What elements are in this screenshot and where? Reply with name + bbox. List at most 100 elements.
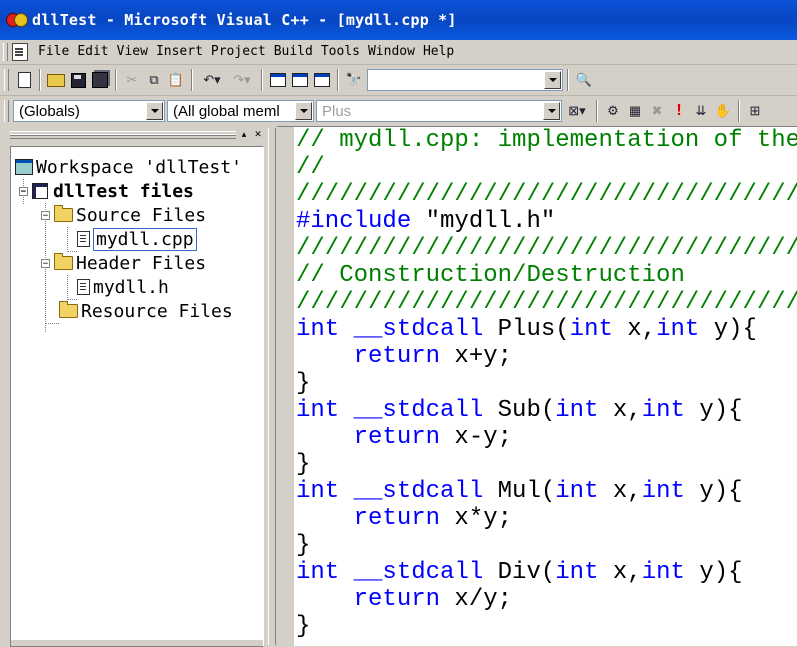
app-icon[interactable] (6, 10, 28, 30)
menu-view[interactable]: View (113, 41, 152, 63)
editor-gutter[interactable] (277, 127, 295, 646)
horizontal-scrollbar[interactable] (11, 640, 263, 646)
code-line[interactable]: //////////////////////////////////////// (296, 235, 797, 262)
cut-button[interactable]: ✂ (121, 69, 143, 91)
tree-file-mydll-h[interactable]: mydll.h (77, 275, 169, 299)
menu-build[interactable]: Build (270, 41, 317, 63)
save-button[interactable] (67, 69, 89, 91)
menu-project[interactable]: Project (207, 41, 270, 63)
menu-window[interactable]: Window (364, 41, 419, 63)
open-button[interactable] (45, 69, 67, 91)
code-token: x, (598, 478, 642, 505)
find-in-files-button[interactable]: 🔭 (343, 69, 365, 91)
chevron-down-icon[interactable] (295, 102, 312, 120)
code-token: int (569, 316, 613, 343)
code-line[interactable]: // mydll.cpp: implementation of the (296, 127, 797, 154)
chevron-down-icon[interactable] (543, 102, 560, 120)
compile-button[interactable]: ⚙ (602, 100, 624, 122)
save-all-button[interactable] (89, 69, 111, 91)
execute-icon: ! (676, 102, 682, 119)
scope-combo[interactable]: (Globals) (13, 100, 165, 122)
code-line[interactable]: } (296, 451, 797, 478)
code-line[interactable]: return x/y; (296, 586, 797, 613)
code-line[interactable]: return x+y; (296, 343, 797, 370)
breakpoint-button[interactable]: ✋ (712, 100, 734, 122)
code-line[interactable]: } (296, 370, 797, 397)
tree-workspace-root[interactable]: Workspace 'dllTest' (15, 155, 242, 179)
wizard-action-icon: ⊠▾ (568, 103, 586, 118)
folder-icon (59, 301, 78, 318)
function-combo[interactable]: Plus (316, 100, 562, 122)
code-line[interactable]: //////////////////////////////////////// (296, 181, 797, 208)
toolbar-grip[interactable] (4, 69, 9, 91)
document-icon[interactable] (12, 43, 28, 61)
tree-folder-header[interactable]: − Header Files (41, 251, 206, 275)
copy-button[interactable]: ⧉ (143, 69, 165, 91)
resource-folder-label: Resource Files (81, 300, 233, 322)
code-token: x/y; (440, 586, 513, 613)
menubar-grip[interactable] (3, 43, 8, 61)
code-area[interactable]: // mydll.cpp: implementation of the/////… (296, 127, 797, 640)
code-token: // mydll.cpp: implementation of the (296, 127, 797, 154)
code-line[interactable]: int __stdcall Plus(int x,int y){ (296, 316, 797, 343)
chevron-down-icon[interactable] (146, 102, 163, 120)
window-list-button[interactable] (311, 69, 333, 91)
output-toggle-button[interactable] (289, 69, 311, 91)
code-line[interactable]: } (296, 532, 797, 559)
menu-tools[interactable]: Tools (317, 41, 364, 63)
code-editor[interactable]: // mydll.cpp: implementation of the/////… (277, 126, 797, 646)
menu-help[interactable]: Help (419, 41, 458, 63)
find-button[interactable]: 🔍 (573, 69, 595, 91)
code-line[interactable]: int __stdcall Mul(int x,int y){ (296, 478, 797, 505)
code-line[interactable]: int __stdcall Div(int x,int y){ (296, 559, 797, 586)
build-button[interactable]: ▦ (624, 100, 646, 122)
paste-icon: 📋 (167, 72, 185, 87)
tree-folder-resource[interactable]: Resource Files (59, 299, 233, 323)
code-token: Plus( (483, 316, 570, 343)
tree-folder-source[interactable]: − Source Files (41, 203, 206, 227)
restore-icon[interactable]: ▴ (238, 129, 250, 140)
code-line[interactable]: return x*y; (296, 505, 797, 532)
execute-button[interactable]: ! (668, 100, 690, 122)
code-line[interactable]: int __stdcall Sub(int x,int y){ (296, 397, 797, 424)
new-file-button[interactable] (13, 69, 35, 91)
redo-button[interactable]: ↷▾ (227, 69, 257, 91)
menu-edit[interactable]: Edit (73, 41, 112, 63)
tree-project[interactable]: − dllTest files (19, 179, 194, 203)
folder-open-icon (54, 253, 73, 270)
stop-build-button[interactable]: ✖ (646, 100, 668, 122)
code-line[interactable]: //////////////////////////////////////// (296, 289, 797, 316)
code-line[interactable]: // Construction/Destruction (296, 262, 797, 289)
pane-splitter[interactable] (268, 128, 276, 645)
code-line[interactable]: } (296, 613, 797, 640)
close-icon[interactable]: ✕ (252, 129, 264, 140)
chevron-down-icon[interactable] (544, 71, 561, 89)
code-line[interactable]: return x-y; (296, 424, 797, 451)
menu-insert[interactable]: Insert (152, 41, 207, 63)
code-token: __stdcall (353, 559, 484, 586)
code-line[interactable]: #include "mydll.h" (296, 208, 797, 235)
resource-button[interactable]: ⊞ (744, 100, 766, 122)
collapse-toggle[interactable]: − (19, 186, 28, 196)
go-button[interactable]: ⇊ (690, 100, 712, 122)
menu-file[interactable]: File (34, 41, 73, 63)
collapse-toggle[interactable]: − (41, 258, 50, 268)
undo-button[interactable]: ↶▾ (197, 69, 227, 91)
build-icon: ▦ (628, 103, 642, 118)
members-combo[interactable]: (All global meml (167, 100, 314, 122)
workspace-header[interactable]: ▴ ✕ (6, 128, 266, 142)
wizard-action-button[interactable]: ⊠▾ (562, 100, 592, 122)
output-window-icon (292, 73, 308, 87)
copy-icon: ⧉ (149, 72, 159, 87)
toolbar-grip[interactable] (4, 100, 9, 122)
paste-button[interactable]: 📋 (165, 69, 187, 91)
tree-file-mydll-cpp[interactable]: mydll.cpp (77, 227, 197, 251)
collapse-toggle[interactable]: − (41, 210, 50, 220)
code-line[interactable]: // (296, 154, 797, 181)
find-combo[interactable] (367, 69, 563, 91)
workspace-toggle-button[interactable] (267, 69, 289, 91)
title-bar[interactable]: dllTest - Microsoft Visual C++ - [mydll.… (0, 0, 797, 40)
